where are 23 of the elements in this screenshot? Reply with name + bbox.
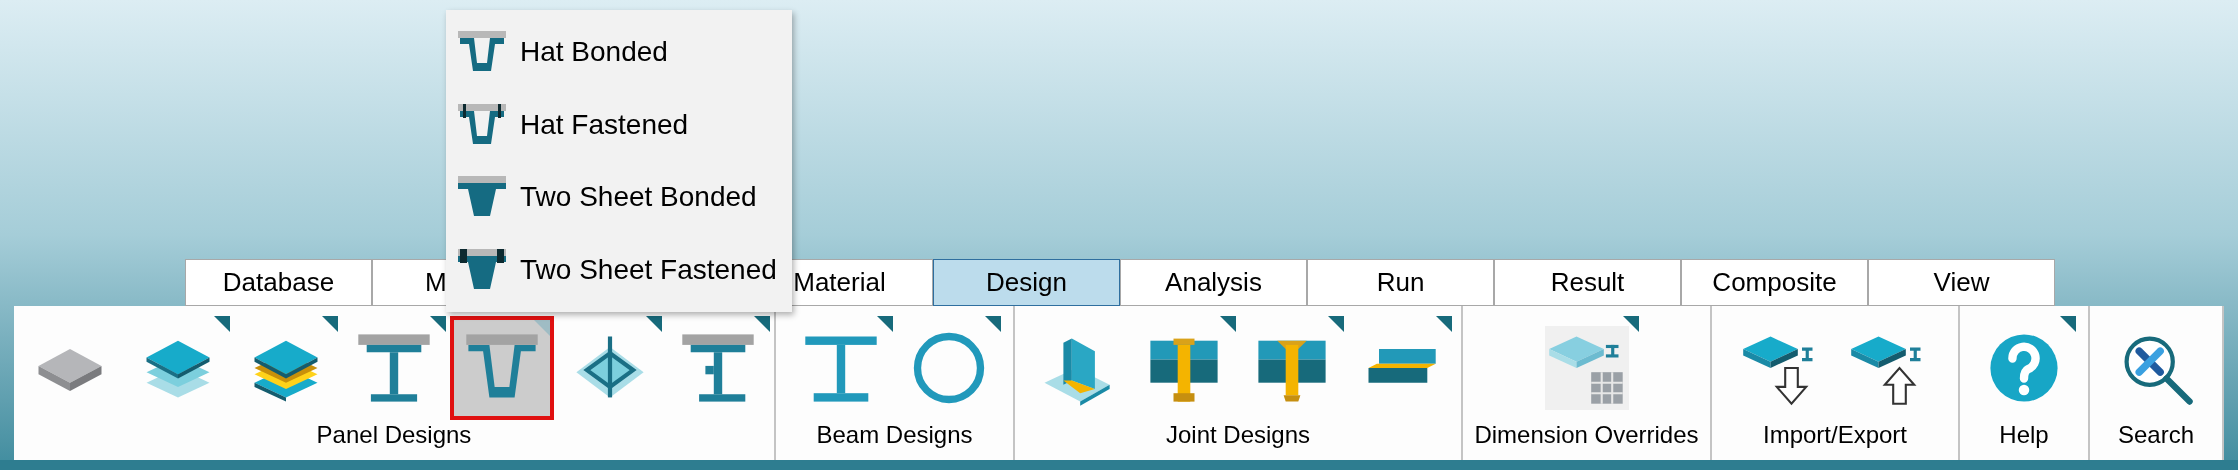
group-label: Dimension Overrides: [1474, 420, 1699, 450]
tab[interactable]: Design: [933, 259, 1120, 306]
two-sheet-bonded-icon: [458, 176, 506, 219]
menu-item[interactable]: Hat Fastened: [446, 88, 792, 161]
group-label: Beam Designs: [816, 420, 973, 450]
menu-item[interactable]: Hat Bonded: [446, 16, 792, 89]
menu-item[interactable]: Two Sheet Bonded: [446, 161, 792, 234]
group-label: Import/Export: [1762, 420, 1907, 450]
group-label: Panel Designs: [316, 420, 472, 450]
group-label: Help: [1999, 420, 2049, 450]
group-label: Search: [2117, 420, 2194, 450]
two-sheet-fastened-icon: [458, 248, 506, 291]
ribbon-button[interactable]: [450, 316, 554, 420]
plate-table-icon: [1544, 326, 1629, 410]
hat-bonded-icon: [458, 31, 506, 74]
tab[interactable]: View: [1868, 259, 2055, 306]
tab[interactable]: Database: [185, 259, 372, 306]
group-label: Joint Designs: [1165, 420, 1311, 450]
tab[interactable]: Analysis: [1120, 259, 1307, 306]
tab[interactable]: Composite: [1681, 259, 1868, 306]
tab[interactable]: Run: [1307, 259, 1494, 306]
hat-fastened-icon: [458, 103, 506, 146]
tab[interactable]: Result: [1494, 259, 1681, 306]
